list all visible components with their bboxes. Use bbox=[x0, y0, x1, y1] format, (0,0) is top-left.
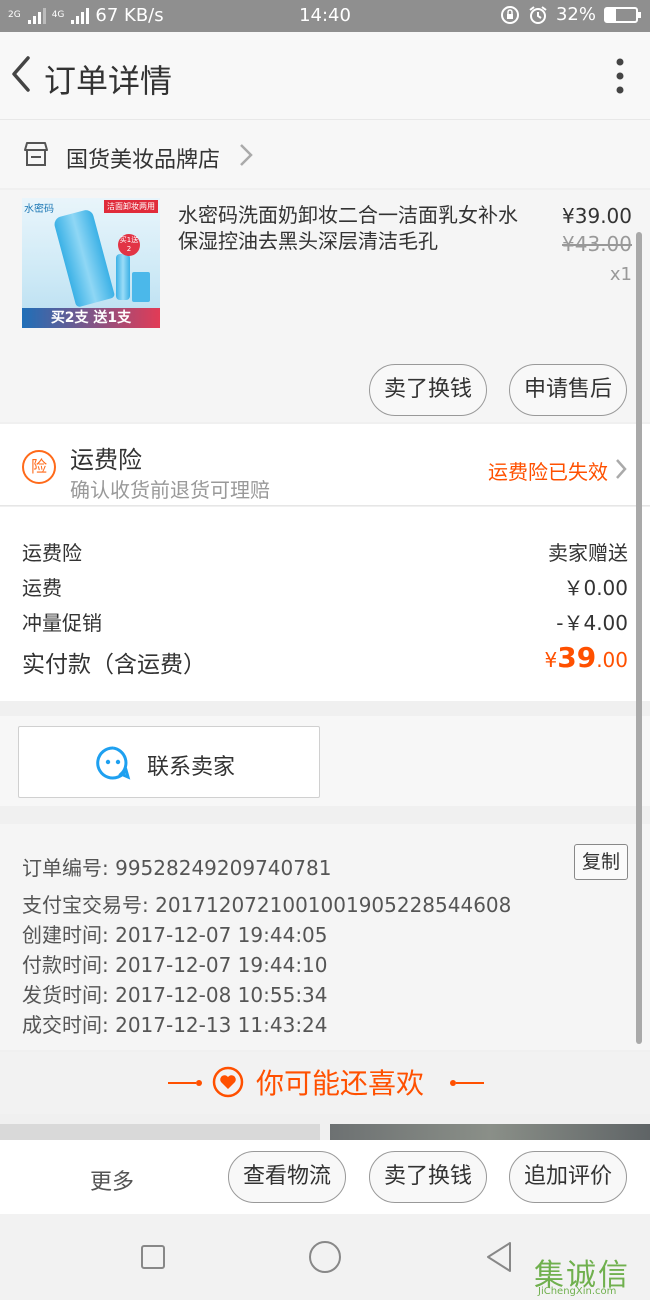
product-image-badge: 买1送2 bbox=[118, 234, 140, 256]
alarm-icon bbox=[529, 5, 547, 24]
total-currency: ¥ bbox=[544, 648, 558, 672]
shipped-time: 发货时间: 2017-12-08 10:55:34 bbox=[22, 983, 328, 1007]
total-row: 实付款（含运费） ¥39.00 bbox=[22, 641, 628, 679]
status-right: 32% bbox=[500, 4, 641, 25]
page-header: 订单详情 bbox=[0, 32, 650, 120]
completed-time: 成交时间: 2017-12-13 11:43:24 bbox=[22, 1013, 328, 1037]
fee-value: 卖家赠送 bbox=[548, 541, 628, 565]
product-tube-small bbox=[116, 254, 130, 300]
add-review-button[interactable]: 追加评价 bbox=[509, 1151, 627, 1203]
contact-seller-label: 联系卖家 bbox=[147, 755, 236, 780]
page-title: 订单详情 bbox=[44, 62, 173, 100]
recommend-title: 你可能还喜欢 bbox=[256, 1067, 425, 1100]
total-label: 实付款（含运费） bbox=[22, 652, 206, 678]
product-image-brand: 水密码 bbox=[24, 204, 54, 215]
total-integer: 39 bbox=[557, 641, 597, 674]
fee-row: 冲量促销 -￥4.00 bbox=[22, 607, 628, 636]
copy-button[interactable]: 复制 bbox=[574, 844, 628, 880]
total-decimal: .00 bbox=[596, 648, 628, 672]
shop-icon bbox=[24, 142, 48, 166]
product-price: ¥39.00 bbox=[562, 204, 632, 228]
after-sale-button[interactable]: 申请售后 bbox=[509, 364, 627, 416]
fee-summary: 运费险 卖家赠送 运费 ￥0.00 冲量促销 -￥4.00 实付款（含运费） ¥… bbox=[0, 507, 650, 701]
insurance-subtitle: 确认收货前退货可理赔 bbox=[70, 478, 270, 502]
alipay-number: 支付宝交易号: 2017120721001001905228544608 bbox=[22, 893, 512, 917]
fee-label: 冲量促销 bbox=[22, 611, 102, 635]
heart-icon bbox=[212, 1066, 244, 1098]
created-time: 创建时间: 2017-12-07 19:44:05 bbox=[22, 923, 328, 947]
order-info: 订单编号: 99528249209740781 支付宝交易号: 20171207… bbox=[0, 824, 650, 1050]
more-options-icon[interactable] bbox=[614, 56, 626, 96]
product-title[interactable]: 水密码洗面奶卸妆二合一洁面乳女补水保湿控油去黑头深层清洁毛孔 bbox=[178, 202, 518, 254]
back-arrow-icon[interactable] bbox=[6, 54, 36, 94]
fee-value: ￥0.00 bbox=[563, 576, 628, 600]
fee-row: 运费 ￥0.00 bbox=[22, 572, 628, 601]
total-amount: ¥39.00 bbox=[544, 641, 628, 674]
left-decor-icon bbox=[168, 1080, 202, 1086]
recommend-header: 你可能还喜欢 bbox=[0, 1052, 650, 1114]
fee-row: 运费险 卖家赠送 bbox=[22, 537, 628, 566]
bottom-action-bar: 更多 查看物流 卖了换钱 追加评价 bbox=[0, 1140, 650, 1214]
fee-label: 运费险 bbox=[22, 541, 82, 565]
fee-label: 运费 bbox=[22, 576, 62, 600]
product-image-promo: 买2支 送1支 bbox=[22, 308, 160, 328]
view-logistics-button[interactable]: 查看物流 bbox=[228, 1151, 346, 1203]
order-number: 订单编号: 99528249209740781 bbox=[22, 856, 332, 880]
sell-button[interactable]: 卖了换钱 bbox=[369, 364, 487, 416]
contact-section: 联系卖家 bbox=[0, 716, 650, 806]
product-box bbox=[132, 272, 150, 302]
home-icon[interactable] bbox=[308, 1240, 342, 1274]
back-icon[interactable] bbox=[484, 1240, 514, 1274]
shipping-insurance-row[interactable]: 险 运费险 确认收货前退货可理赔 运费险已失效 bbox=[0, 424, 650, 506]
right-decor-icon bbox=[450, 1080, 484, 1086]
product-image[interactable]: 水密码 洁面卸妆两用 买1送2 买2支 送1支 bbox=[22, 198, 160, 328]
fee-value: -￥4.00 bbox=[556, 611, 628, 635]
product-tube bbox=[52, 208, 116, 308]
product-original-price: ¥43.00 bbox=[562, 232, 632, 256]
scrollbar[interactable] bbox=[636, 232, 642, 1044]
watermark-logo: 集诚信 JiChengXin.com bbox=[534, 1250, 646, 1300]
battery-percent: 32% bbox=[555, 4, 596, 25]
chevron-right-icon bbox=[240, 144, 253, 166]
product-image-tag: 洁面卸妆两用 bbox=[104, 200, 158, 213]
recent-apps-icon[interactable] bbox=[140, 1244, 166, 1270]
rotation-lock-icon bbox=[500, 5, 519, 24]
battery-icon bbox=[604, 6, 641, 23]
battery-fill bbox=[606, 8, 616, 21]
more-button[interactable]: 更多 bbox=[90, 1164, 134, 1196]
paid-time: 付款时间: 2017-12-07 19:44:10 bbox=[22, 953, 328, 977]
status-bar: 2G 4G 67 KB/s 14:40 32% bbox=[0, 0, 650, 32]
sell-button-bottom[interactable]: 卖了换钱 bbox=[369, 1151, 487, 1203]
shop-row[interactable]: 国货美妆品牌店 bbox=[0, 120, 650, 188]
insurance-status: 运费险已失效 bbox=[488, 460, 608, 484]
contact-seller-button[interactable]: 联系卖家 bbox=[18, 726, 320, 798]
product-quantity: x1 bbox=[609, 264, 632, 285]
chevron-right-icon bbox=[616, 459, 627, 479]
chat-icon bbox=[96, 746, 131, 780]
product-card[interactable]: 水密码 洁面卸妆两用 买1送2 买2支 送1支 水密码洗面奶卸妆二合一洁面乳女补… bbox=[0, 190, 650, 422]
shop-name[interactable]: 国货美妆品牌店 bbox=[66, 142, 220, 174]
insurance-icon: 险 bbox=[22, 450, 56, 484]
insurance-title: 运费险 bbox=[70, 446, 142, 474]
watermark-sub: JiChengXin.com bbox=[538, 1286, 617, 1297]
